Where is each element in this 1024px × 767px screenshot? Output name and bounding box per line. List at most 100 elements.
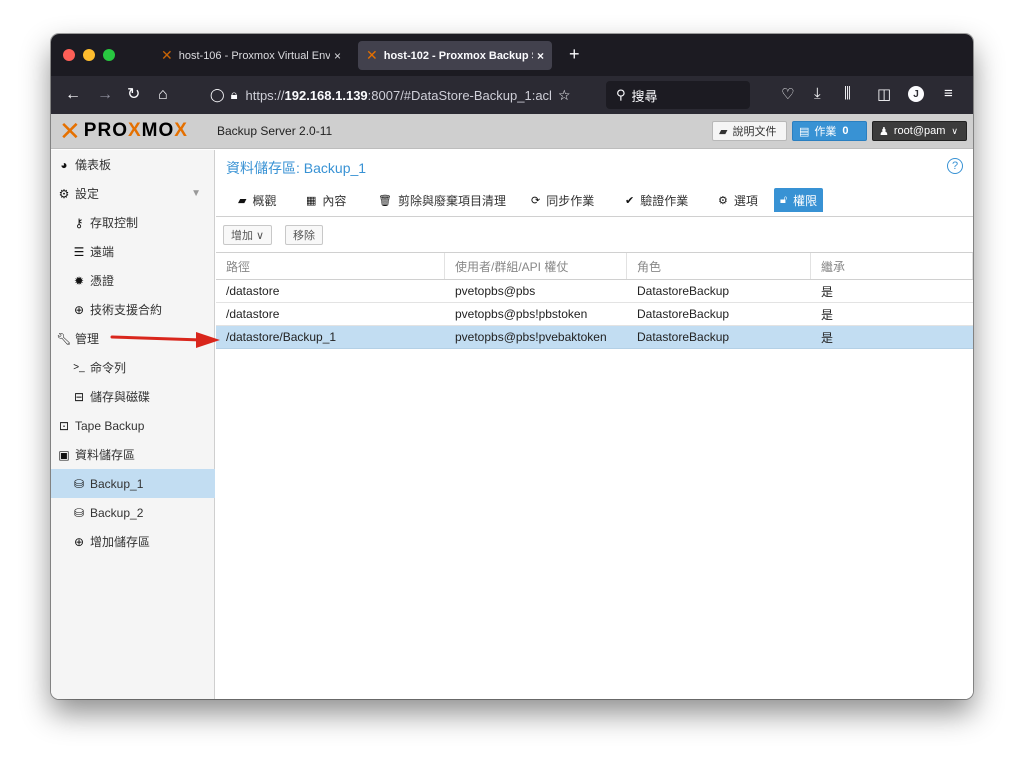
- url-bar[interactable]: ◯ 🔒︎ https://192.168.1.139:8007/#DataSto…: [210, 81, 602, 109]
- user-icon: ♟: [879, 125, 889, 138]
- sidebar-item-access-control[interactable]: ⚷ 存取控制: [51, 208, 215, 237]
- navigation-bar: ← → ↻ ⌂ ◯ 🔒︎ https://192.168.1.139:8007/…: [51, 76, 973, 114]
- library-icon[interactable]: ⫼: [844, 85, 851, 102]
- table-row[interactable]: /datastore pvetopbs@pbs!pbstoken Datasto…: [216, 303, 973, 326]
- sidebar-item-shell[interactable]: >_ 命令列: [51, 353, 215, 382]
- remove-button[interactable]: 移除: [285, 225, 323, 245]
- book-icon: ▰: [719, 125, 728, 138]
- breadcrumb: 資料儲存區: Backup_1: [226, 160, 367, 176]
- url-path: :8007/#DataStore-Backup_1:acl: [367, 87, 552, 103]
- proxmox-x-logo-icon: ✕: [59, 116, 82, 146]
- user-menu-button[interactable]: ♟ root@pam ∨: [872, 121, 967, 141]
- sidebar-item-remotes[interactable]: ☰ 遠端: [51, 237, 215, 266]
- sidebar-item-configuration[interactable]: ⚙ 設定 ▼: [51, 179, 215, 208]
- sidebar-item-tape-backup[interactable]: ⊡ Tape Backup: [51, 411, 215, 440]
- zoom-window-button[interactable]: [103, 49, 115, 61]
- help-button[interactable]: ?: [947, 158, 963, 174]
- tab-summary[interactable]: ▰ 概觀: [232, 188, 282, 212]
- back-icon[interactable]: ←: [65, 85, 81, 105]
- forward-icon[interactable]: →: [97, 85, 113, 105]
- tab-prune-gc[interactable]: 🗑︎ 剪除與廢棄項目清理: [372, 188, 512, 212]
- column-header-user[interactable]: 使用者/群組/API 權仗: [445, 253, 627, 279]
- gears-icon: ⚙: [58, 186, 70, 201]
- tasks-label: 作業: [814, 126, 837, 138]
- search-input[interactable]: ⚲ 搜尋: [606, 81, 750, 109]
- minimize-window-button[interactable]: [83, 49, 95, 61]
- new-tab-button[interactable]: +: [569, 44, 580, 65]
- sidebar-toggle-icon[interactable]: ◫: [877, 85, 891, 103]
- tab-title: host-102 - Proxmox Backup Ser: [383, 49, 533, 62]
- app-header: ✕ PRO X MO X Backup Server 2.0-11 ▰ 說明文件 ▤ …: [51, 114, 973, 149]
- grid-icon: ▦: [306, 194, 317, 207]
- sidebar-item-storage-disks[interactable]: ⊟ 儲存與磁碟: [51, 382, 215, 411]
- profile-avatar[interactable]: J: [908, 86, 924, 102]
- tab-options[interactable]: ⚙ 選項: [712, 188, 764, 212]
- column-header-role[interactable]: 角色: [627, 253, 811, 279]
- cell-role: DatastoreBackup: [637, 307, 730, 321]
- tab-label: 內容: [322, 193, 347, 208]
- tape-icon: ⊡: [58, 418, 70, 433]
- sidebar-item-label: 存取控制: [90, 216, 139, 230]
- table-row[interactable]: /datastore pvetopbs@pbs DatastoreBackup …: [216, 280, 973, 303]
- tab-label: 概觀: [252, 193, 277, 208]
- wrench-icon: 🔧︎: [56, 331, 72, 346]
- sidebar-item-label: Tape Backup: [75, 418, 145, 433]
- bookmark-star-icon[interactable]: ☆: [558, 87, 571, 104]
- column-header-propagate[interactable]: 繼承: [811, 253, 973, 279]
- life-ring-icon: ⊕: [73, 302, 85, 317]
- archive-icon: ▣: [58, 447, 70, 462]
- home-icon[interactable]: ⌂: [158, 85, 168, 105]
- tasks-button[interactable]: ▤ 作業 0: [792, 121, 867, 141]
- logo-text: PRO: [83, 120, 128, 141]
- search-icon: ⚲: [616, 87, 626, 102]
- cell-propagate: 是: [821, 284, 834, 299]
- chevron-down-icon[interactable]: ▼: [191, 188, 201, 199]
- table-row-selected[interactable]: /datastore/Backup_1 pvetopbs@pbs!pvebakt…: [216, 326, 973, 349]
- permissions-grid: 路徑 使用者/群組/API 權仗 角色 繼承 /datastore pvetop…: [216, 253, 973, 349]
- datastore-tabs: ▰ 概觀 ▦ 內容 🗑︎ 剪除與廢棄項目清理 ⟳ 同步作業 ✔ 驗證作業 ⚙ 選…: [216, 188, 973, 216]
- proxmox-favicon-icon: ✕: [161, 47, 173, 63]
- sidebar-item-datastore[interactable]: ▣ 資料儲存區: [51, 440, 215, 469]
- browser-window: ✕ host-106 - Proxmox Virtual Envi × ✕ ho…: [51, 34, 973, 699]
- reload-icon[interactable]: ↻: [127, 85, 140, 105]
- pocket-icon[interactable]: ♡: [781, 85, 794, 103]
- sidebar-item-backup-2[interactable]: ⛁ Backup_2: [51, 498, 215, 527]
- tab-label: 同步作業: [546, 193, 595, 208]
- sidebar-item-backup-1[interactable]: ⛁ Backup_1: [51, 469, 215, 498]
- sidebar-item-label: Backup_1: [90, 476, 144, 491]
- list-icon: ▤: [799, 125, 810, 138]
- browser-tab-pve[interactable]: ✕ host-106 - Proxmox Virtual Envi ×: [153, 41, 349, 70]
- book-icon: ▰: [238, 194, 247, 207]
- product-version: Backup Server 2.0-11: [217, 124, 333, 138]
- download-icon[interactable]: ⤓: [814, 85, 821, 102]
- column-header-path[interactable]: 路徑: [216, 253, 445, 279]
- chevron-down-icon: ∨: [951, 125, 958, 136]
- sidebar-item-label: 設定: [75, 187, 100, 201]
- close-tab-icon[interactable]: ×: [334, 49, 341, 63]
- add-button[interactable]: 增加 ∨: [223, 225, 273, 245]
- sidebar-item-label: 管理: [75, 332, 100, 346]
- lock-icon: 🔒︎: [230, 87, 238, 102]
- close-window-button[interactable]: [63, 49, 75, 61]
- sidebar-item-label: 資料儲存區: [75, 448, 136, 462]
- sidebar-item-add-datastore[interactable]: ⊕ 增加儲存區: [51, 527, 215, 556]
- tab-sync-jobs[interactable]: ⟳ 同步作業: [525, 188, 600, 212]
- tab-permissions[interactable]: 🔓︎ 權限: [774, 188, 824, 212]
- tab-content[interactable]: ▦ 內容: [300, 188, 352, 212]
- sidebar-item-subscription[interactable]: ⊕ 技術支援合約: [51, 295, 215, 324]
- cell-propagate: 是: [821, 330, 834, 345]
- proxmox-logo[interactable]: ✕ PRO X MO X: [59, 116, 188, 146]
- browser-tab-pbs[interactable]: ✕ host-102 - Proxmox Backup Ser ×: [358, 41, 552, 70]
- documentation-button[interactable]: ▰ 說明文件: [712, 121, 787, 141]
- database-icon: ⛁: [73, 505, 85, 520]
- dashboard-icon: ◕: [60, 157, 68, 172]
- gear-icon: ⚙: [718, 194, 728, 207]
- menu-hamburger-icon[interactable]: ≡: [944, 85, 953, 102]
- tab-label: 驗證作業: [640, 193, 689, 208]
- database-icon: ⛁: [73, 476, 85, 491]
- sidebar-item-dashboard[interactable]: ◕ 儀表板: [51, 150, 215, 179]
- tab-verify-jobs[interactable]: ✔ 驗證作業: [619, 188, 694, 212]
- close-tab-icon[interactable]: ×: [537, 49, 544, 63]
- sidebar-item-certificates[interactable]: ✹ 憑證: [51, 266, 215, 295]
- refresh-icon: ⟳: [531, 194, 541, 207]
